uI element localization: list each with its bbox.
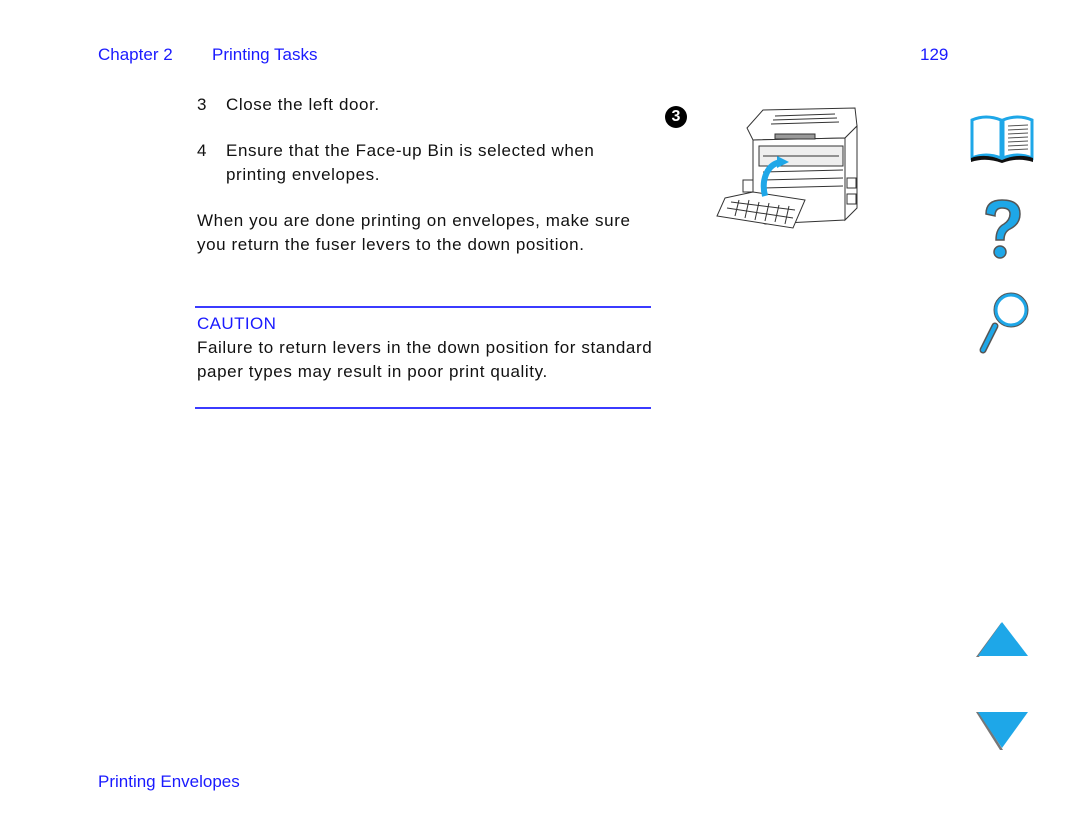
section-link[interactable]: Printing Tasks (212, 45, 318, 65)
page-number: 129 (920, 45, 949, 64)
question-mark-icon[interactable] (978, 196, 1028, 264)
step-item: 4 Ensure that the Face-up Bin is selecte… (197, 139, 657, 187)
step-text: Ensure that the Face-up Bin is selected … (226, 141, 595, 184)
body-paragraph: When you are done printing on envelopes,… (197, 211, 631, 254)
caution-top-rule (195, 306, 651, 308)
caution-bottom-rule (195, 407, 651, 409)
triangle-down-icon[interactable] (974, 710, 1030, 752)
caution-title: CAUTION (197, 314, 277, 333)
step-text: Close the left door. (226, 95, 380, 114)
printer-illustration (716, 107, 858, 229)
caution-text: Failure to return levers in the down pos… (197, 338, 653, 381)
step-badge: 3 (665, 106, 687, 128)
step-number: 4 (197, 141, 208, 160)
triangle-up-icon[interactable] (974, 620, 1030, 660)
footer-link[interactable]: Printing Envelopes (98, 772, 240, 792)
magnifier-icon[interactable] (975, 290, 1035, 356)
step-number: 3 (197, 95, 208, 114)
chapter-link[interactable]: Chapter 2 (98, 45, 173, 65)
step-item: 3 Close the left door. (197, 93, 657, 117)
book-icon[interactable] (968, 112, 1036, 164)
